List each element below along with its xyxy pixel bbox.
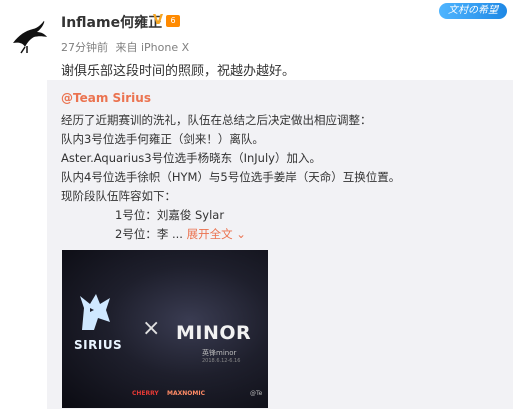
post-time[interactable]: 27分钟前: [61, 41, 108, 54]
post-source: 来自 iPhone X: [115, 41, 190, 54]
repost-line: Aster.Aquarius3号位选手杨晓东（InJuly）加入。: [61, 151, 321, 165]
team-minor-label: MINOR: [176, 322, 252, 344]
expand-full-text-link[interactable]: 展开全文 ⌄: [187, 227, 246, 241]
versus-cross-icon: ×: [142, 316, 161, 341]
repost-line: 队内3号位选手何雍正（剑来！）离队。: [61, 132, 264, 146]
author-name[interactable]: Inflame何雍正: [61, 12, 162, 32]
image-watermark: @Te: [250, 390, 263, 397]
reposted-content: @Team Sirius 经历了近期赛训的洗礼，队伍在总结之后决定做出相应调整：…: [47, 80, 513, 409]
wolf-logo-icon: [80, 294, 110, 330]
level-badge-icon: 6: [166, 15, 180, 27]
brand-tag[interactable]: 文村の希望: [439, 3, 507, 19]
post-text: 谢俱乐部这段时间的照顾，祝越办越好。: [61, 64, 296, 79]
roster-line-1: 1号位：刘嘉俊 Sylar: [115, 208, 225, 222]
verified-badge-icon: V: [153, 13, 164, 28]
post-meta: 27分钟前 来自 iPhone X: [61, 39, 193, 55]
team-sirius-label: SIRIUS: [74, 338, 123, 352]
sponsor-cherry-logo: CHERRY: [132, 390, 159, 397]
event-date: 2018.6.12-6.16: [202, 358, 241, 364]
weibo-post: Inflame何雍正 V 6 文村の希望 27分钟前 来自 iPhone X 谢…: [0, 0, 513, 409]
repost-user-link[interactable]: @Team Sirius: [61, 91, 151, 105]
team-poster-image[interactable]: SIRIUS × MINOR 英锋minor 2018.6.12-6.16 CH…: [62, 250, 268, 408]
author-avatar[interactable]: [5, 13, 49, 57]
minor-subtitle: 英锋minor: [202, 349, 237, 357]
roster-line-2-text: 2号位：李 ...: [115, 227, 183, 241]
bird-icon: [13, 19, 47, 54]
repost-line: 经历了近期赛训的洗礼，队伍在总结之后决定做出相应调整：: [61, 113, 372, 127]
roster-line-2: 2号位：李 ... 展开全文 ⌄: [115, 226, 246, 242]
repost-line: 队内4号位选手徐帜（HYM）与5号位选手姜岸（天命）互换位置。: [61, 170, 401, 184]
sponsor-maxnomic-logo: MAXNOMIC: [167, 390, 205, 397]
repost-line: 现阶段队伍阵容如下：: [61, 189, 176, 203]
